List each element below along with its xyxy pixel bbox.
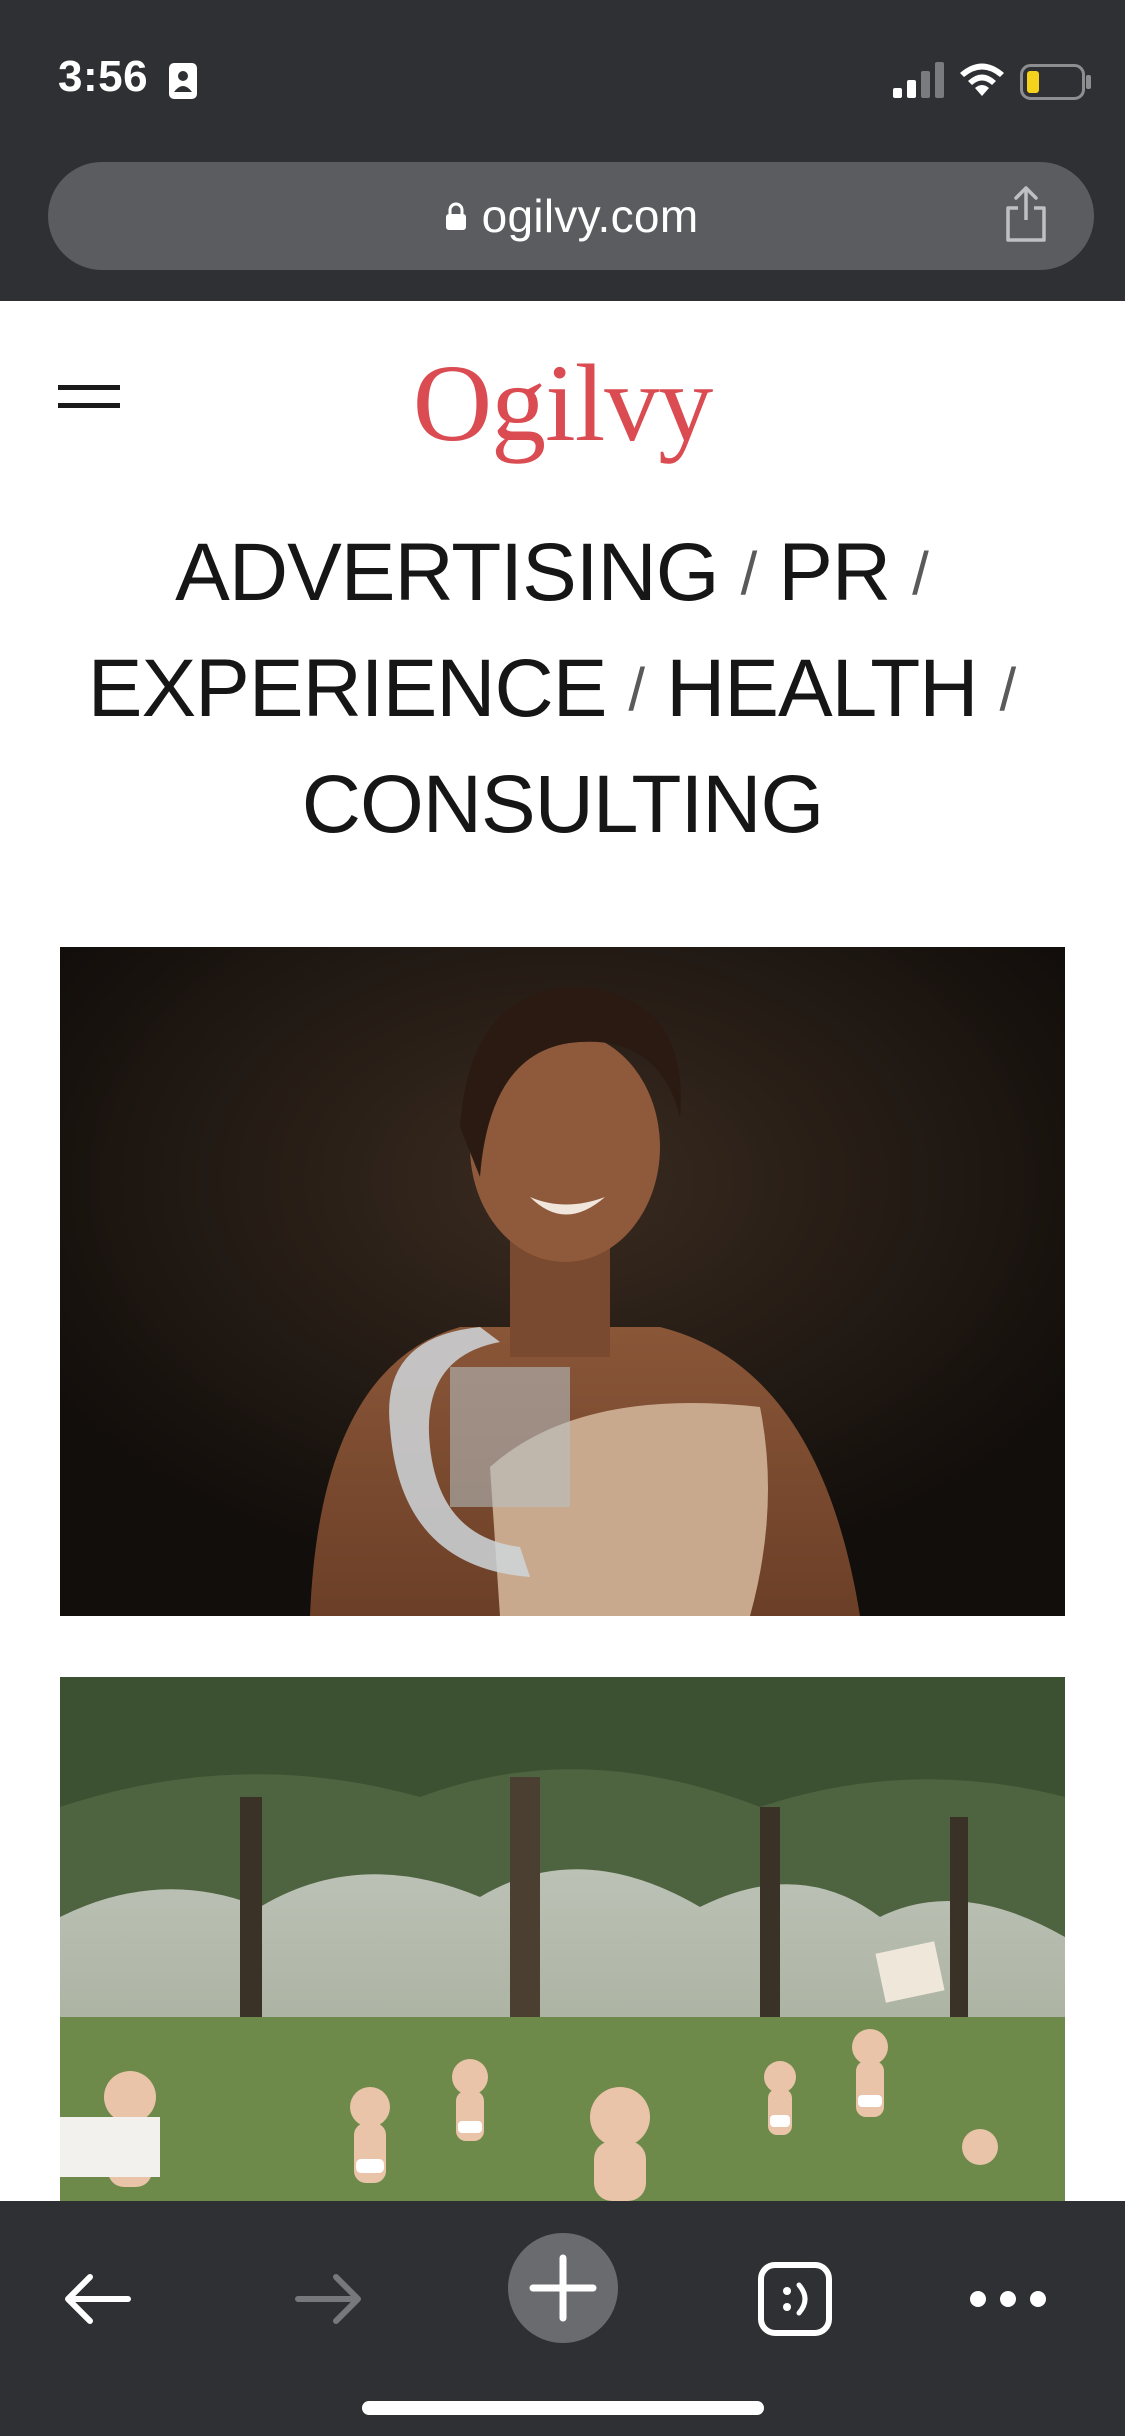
lock-icon [445,202,466,230]
services-nav: ADVERTISING / PR / EXPERIENCE / HEALTH / CONSU… [40,515,1085,862]
separator: / [740,540,758,607]
service-link-advertising[interactable]: ADVERTISING [175,527,719,618]
plus-icon [529,2254,597,2322]
share-icon[interactable] [1002,184,1050,244]
back-arrow-icon[interactable] [48,2249,148,2349]
award-winner-photo[interactable] [60,947,1065,1616]
service-link-consulting[interactable]: CONSULTING [302,759,825,850]
signal-icon [893,62,944,98]
home-indicator[interactable] [362,2401,764,2415]
ogilvy-logo[interactable]: Ogilvy [0,340,1125,467]
separator: / [999,656,1017,723]
more-dots-icon[interactable] [958,2249,1058,2349]
id-badge-icon [169,63,197,99]
service-link-pr[interactable]: PR [778,527,891,618]
service-link-experience[interactable]: EXPERIENCE [88,643,608,734]
separator: / [628,656,645,723]
browser-bottom-toolbar [0,2201,1125,2436]
service-link-health[interactable]: HEALTH [666,643,978,734]
separator: / [912,540,929,607]
forward-arrow-icon[interactable] [278,2249,378,2349]
battery-icon [1020,64,1091,100]
browser-top-chrome: 3:56 ogilvy.com [0,0,1125,301]
park-photo-illustration [60,1677,1065,2201]
new-tab-button[interactable] [508,2233,618,2343]
address-bar[interactable]: ogilvy.com [48,162,1094,270]
tab-switcher-icon[interactable] [745,2249,845,2349]
wifi-icon [960,63,1004,96]
award-photo-illustration [60,947,1065,1616]
url-domain: ogilvy.com [481,190,699,242]
babies-park-photo[interactable] [60,1677,1065,2201]
status-time: 3:56 [58,52,149,101]
